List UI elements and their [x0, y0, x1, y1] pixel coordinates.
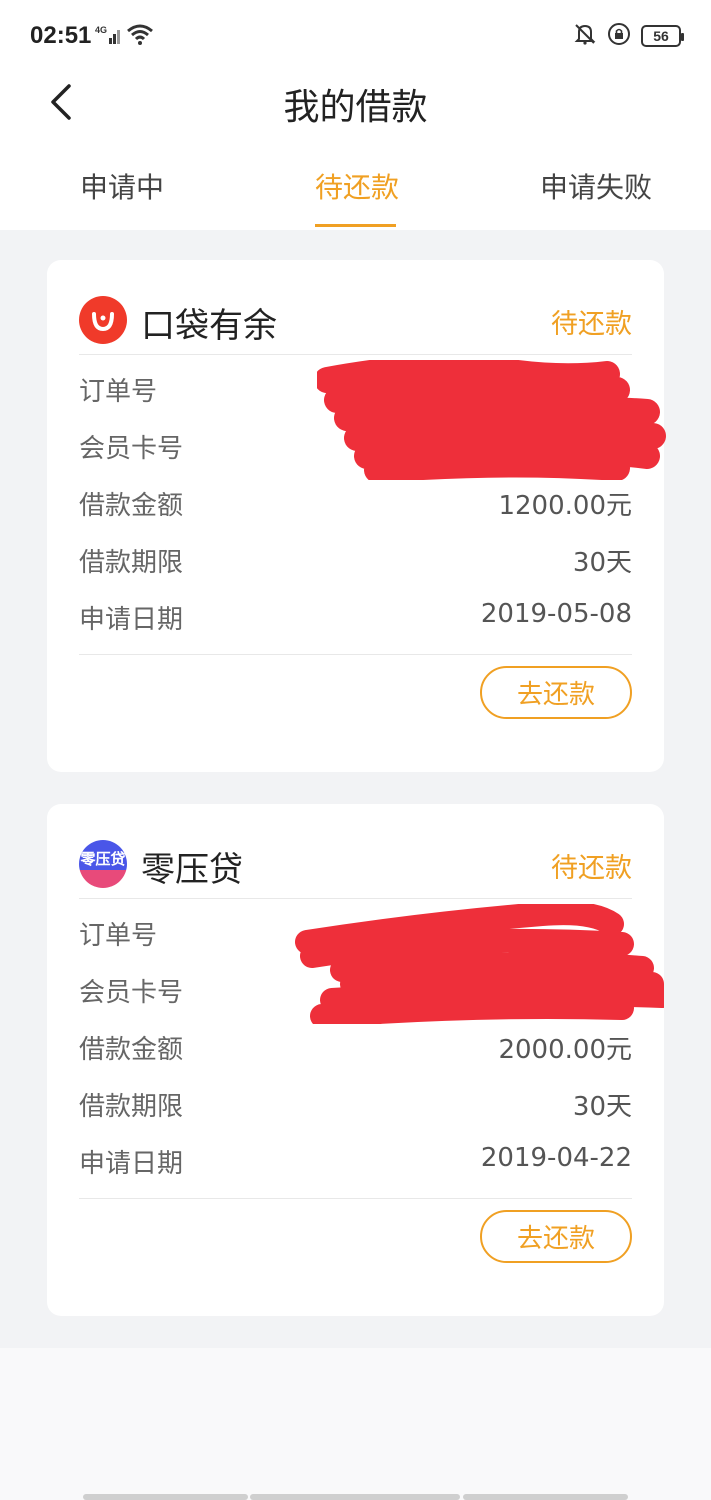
- tab-applying[interactable]: 申请中: [80, 166, 164, 206]
- status-time: 02:51: [30, 22, 92, 49]
- status-badge: 待还款: [551, 309, 632, 340]
- koudai-logo-icon: [79, 296, 127, 344]
- cellular-signal-icon: 4G: [95, 24, 123, 52]
- loan-list: 口袋有余 待还款 订单号 会员卡号 借款金额 1200.00元 借款期限 30天…: [0, 230, 711, 1348]
- row-value: 30天: [572, 548, 632, 578]
- apply-date-row: 申请日期 2019-05-08: [79, 583, 632, 640]
- row-label: 申请日期: [79, 605, 184, 635]
- card-header: 零压贷 零压贷 待还款: [79, 804, 632, 899]
- row-label: 借款期限: [79, 1092, 184, 1122]
- row-label: 申请日期: [79, 1149, 184, 1179]
- loan-card: 零压贷 零压贷 待还款 订单号 会员卡号 借款金额 2000.00元 借款期限 …: [47, 804, 664, 1316]
- nav-bar: 我的借款: [0, 72, 711, 152]
- loan-term-row: 借款期限 30天: [79, 1070, 632, 1127]
- status-bar: 02:51 4G 56: [0, 0, 711, 72]
- mute-bell-icon: [573, 22, 597, 50]
- nav-gesture-bar: [83, 1494, 248, 1500]
- bottom-blank-area: [0, 1348, 711, 1500]
- member-card-row: 会员卡号: [79, 956, 632, 1013]
- row-value: 2019-04-22: [480, 1143, 632, 1173]
- loan-amount-row: 借款金额 1200.00元: [79, 469, 632, 526]
- tab-bar: 申请中 待还款 申请失败: [0, 152, 711, 230]
- card-header: 口袋有余 待还款: [79, 260, 632, 355]
- tab-pending-repayment[interactable]: 待还款: [315, 166, 399, 206]
- status-badge: 待还款: [551, 853, 632, 884]
- order-number-row: 订单号: [79, 355, 632, 412]
- apply-date-row: 申请日期 2019-04-22: [79, 1127, 632, 1184]
- row-label: 借款金额: [79, 491, 184, 521]
- loan-term-row: 借款期限 30天: [79, 526, 632, 583]
- row-value: 1200.00元: [498, 491, 632, 521]
- nav-gesture-bar: [250, 1494, 460, 1500]
- row-label: 订单号: [79, 377, 158, 407]
- lock-rotation-icon: [607, 22, 631, 50]
- brand-name: 口袋有余: [141, 306, 277, 346]
- row-label: 借款期限: [79, 548, 184, 578]
- divider: [79, 1198, 632, 1199]
- row-label: 订单号: [79, 921, 158, 951]
- svg-text:4G: 4G: [95, 25, 107, 35]
- active-tab-indicator: [315, 224, 396, 227]
- loan-amount-row: 借款金额 2000.00元: [79, 1013, 632, 1070]
- loan-card: 口袋有余 待还款 订单号 会员卡号 借款金额 1200.00元 借款期限 30天…: [47, 260, 666, 772]
- lingyadai-logo-icon: 零压贷: [79, 840, 127, 888]
- row-label: 会员卡号: [79, 978, 184, 1008]
- battery-indicator: 56: [641, 25, 684, 47]
- repay-button[interactable]: 去还款: [480, 1210, 632, 1263]
- divider: [79, 654, 632, 655]
- member-card-row: 会员卡号: [79, 412, 632, 469]
- row-value: 30天: [572, 1092, 632, 1122]
- tab-application-failed[interactable]: 申请失败: [540, 166, 652, 206]
- row-value: 2019-05-08: [480, 599, 632, 629]
- row-label: 会员卡号: [79, 434, 184, 464]
- row-label: 借款金额: [79, 1035, 184, 1065]
- repay-button[interactable]: 去还款: [480, 666, 632, 719]
- wifi-icon: [126, 24, 154, 50]
- brand-name: 零压贷: [141, 850, 243, 890]
- row-value: 2000.00元: [498, 1035, 632, 1065]
- nav-gesture-bar: [463, 1494, 628, 1500]
- page-title: 我的借款: [283, 87, 428, 128]
- order-number-row: 订单号: [79, 899, 632, 956]
